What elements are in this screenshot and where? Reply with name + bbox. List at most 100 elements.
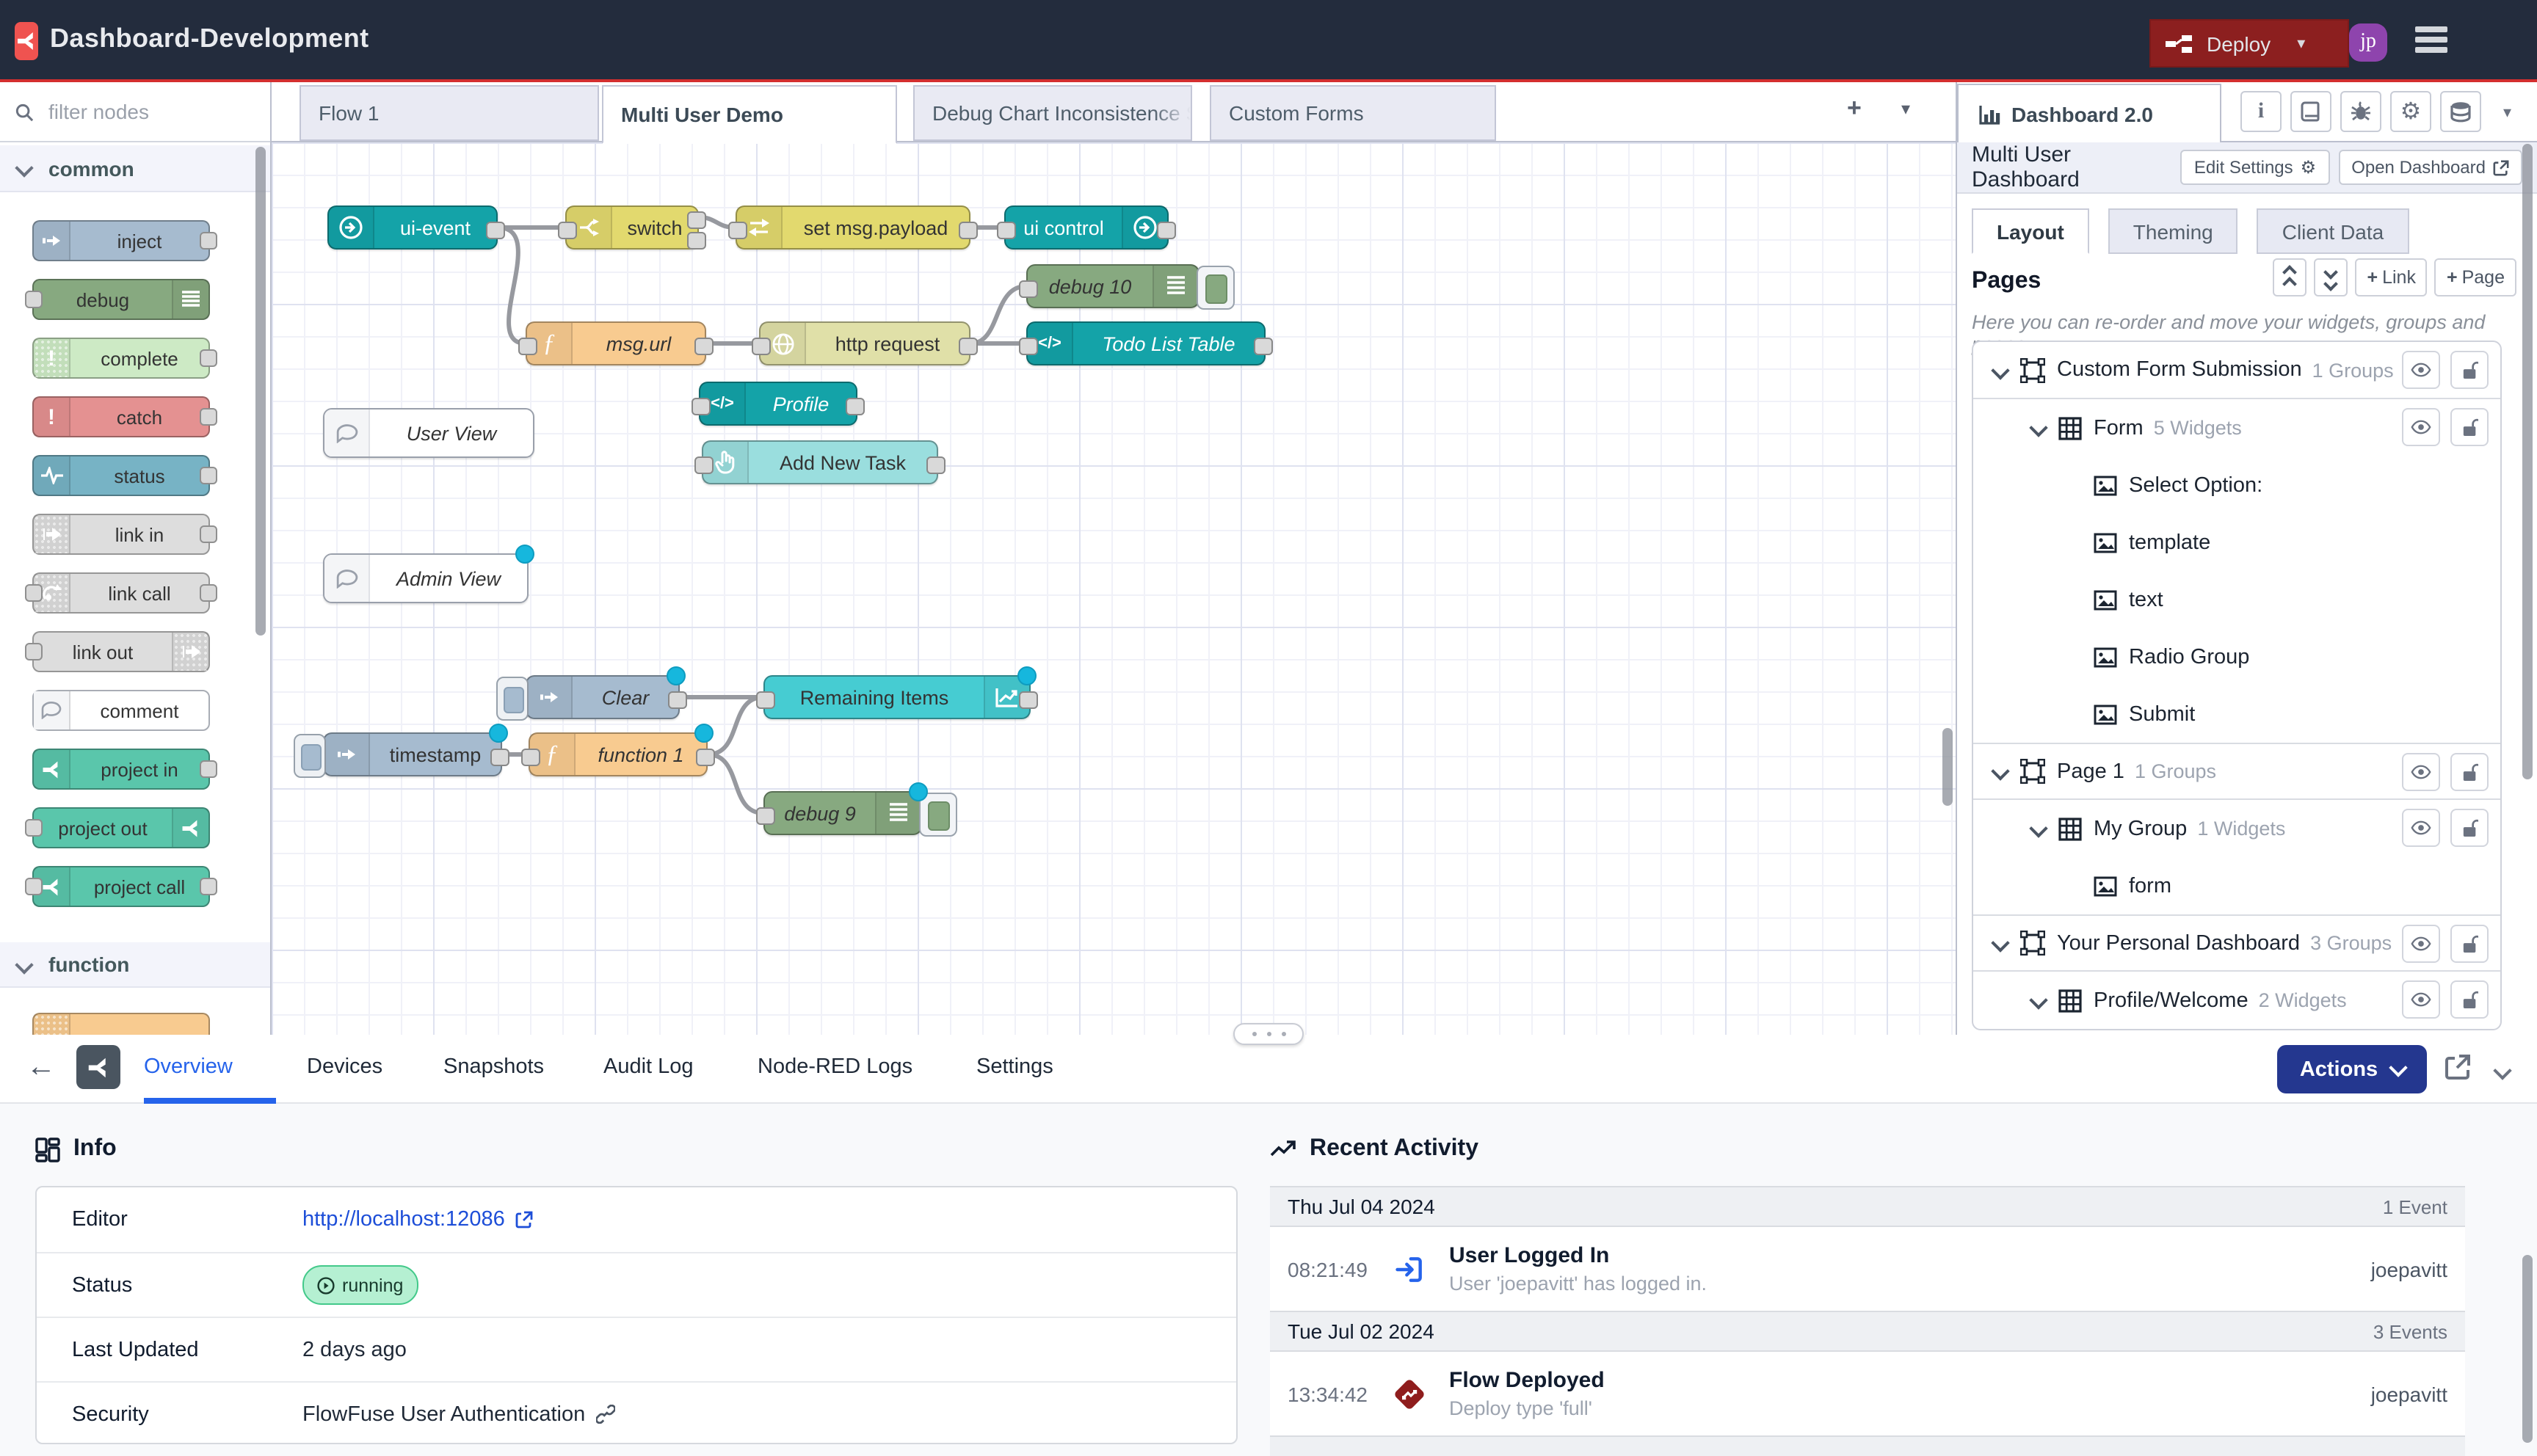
visibility-eye-button[interactable] [2402, 809, 2440, 847]
node-function-1[interactable]: ƒ function 1 [529, 732, 708, 776]
palette-section-common[interactable]: common [0, 145, 270, 192]
chevron-down-icon[interactable] [2029, 819, 2047, 837]
debug-toggle-button[interactable] [919, 793, 957, 837]
open-editor-icon[interactable] [2445, 1054, 2471, 1080]
unlock-button[interactable] [2450, 925, 2489, 963]
node-msg-url[interactable]: ƒ msg.url [526, 321, 706, 365]
chevron-down-icon[interactable] [2029, 418, 2047, 437]
tree-page-row[interactable]: Page 11 Groups [1973, 743, 2500, 800]
collapse-all-button[interactable] [2273, 258, 2306, 296]
gear-icon[interactable]: ⚙ [2390, 91, 2431, 132]
help-book-icon[interactable] [2290, 91, 2331, 132]
sidebar-scrollbar[interactable] [2522, 144, 2533, 779]
palette-node-debug[interactable]: debug [32, 279, 210, 320]
node-chart-remaining-items[interactable]: Remaining Items [763, 675, 1031, 719]
activity-event-row[interactable]: 08:21:49 User Logged In User 'joepavitt'… [1270, 1227, 2465, 1311]
add-flow-button[interactable]: + [1847, 94, 1862, 123]
node-debug-9[interactable]: debug 9 [763, 791, 922, 835]
actions-button[interactable]: Actions [2277, 1045, 2427, 1093]
visibility-eye-button[interactable] [2402, 351, 2440, 389]
node-comment-admin-view[interactable]: Admin View [323, 553, 529, 603]
tree-page-row[interactable]: Your Personal Dashboard3 Groups [1973, 914, 2500, 972]
flow-list-caret-icon[interactable]: ▾ [1901, 98, 1910, 119]
inject-button[interactable] [294, 734, 326, 778]
tab-audit-log[interactable]: Audit Log [603, 1035, 694, 1099]
flow-canvas[interactable]: ui-event switch set msg.payload ui contr… [272, 142, 1956, 1035]
open-dashboard-button[interactable]: Open Dashboard [2338, 150, 2522, 185]
edit-settings-button[interactable]: Edit Settings ⚙ [2181, 150, 2329, 185]
expand-all-button[interactable] [2314, 258, 2348, 296]
visibility-eye-button[interactable] [2402, 753, 2440, 791]
node-inject-timestamp[interactable]: timestamp [323, 732, 502, 776]
canvas-vertical-scrollbar[interactable] [1942, 728, 1953, 806]
add-link-button[interactable]: +Link [2355, 258, 2428, 296]
node-change[interactable]: set msg.payload [736, 205, 970, 250]
deploy-button[interactable]: Deploy ▾ [2149, 19, 2349, 68]
flow-tab-multi-user-demo[interactable]: Multi User Demo [602, 85, 897, 144]
chevron-down-icon[interactable] [1991, 762, 2009, 780]
flow-tab-custom-forms[interactable]: Custom Forms [1210, 85, 1496, 141]
unlock-button[interactable] [2450, 753, 2489, 791]
inject-button[interactable] [496, 677, 529, 721]
palette-node-complete[interactable]: ! complete [32, 338, 210, 379]
tab-layout[interactable]: Layout [1972, 208, 2089, 254]
flow-tab-flow1[interactable]: Flow 1 [300, 85, 599, 141]
chevron-down-icon[interactable] [2029, 991, 2047, 1009]
unlock-button[interactable] [2450, 351, 2489, 389]
tree-group-row[interactable]: My Group1 Widgets [1973, 800, 2500, 857]
node-comment-user-view[interactable]: User View [323, 408, 534, 458]
visibility-eye-button[interactable] [2402, 980, 2440, 1019]
tab-devices[interactable]: Devices [307, 1035, 382, 1099]
chevron-down-icon[interactable] [1991, 360, 2009, 379]
palette-node-project-call[interactable]: project call [32, 866, 210, 907]
node-ui-event[interactable]: ui-event [327, 205, 498, 250]
sidebar-more-caret-icon[interactable]: ▾ [2503, 103, 2511, 122]
palette-node-comment[interactable]: comment [32, 690, 210, 731]
flow-tab-debug-chart[interactable]: Debug Chart Inconsistence S [913, 85, 1192, 141]
palette-node-project-in[interactable]: project in [32, 749, 210, 790]
tab-settings[interactable]: Settings [976, 1035, 1053, 1099]
unlock-button[interactable] [2450, 809, 2489, 847]
palette-filter-input[interactable] [46, 98, 242, 125]
bottom-panel-scrollbar[interactable] [2522, 1255, 2533, 1443]
tree-widget-row[interactable]: template [1973, 514, 2500, 571]
tab-node-red-logs[interactable]: Node-RED Logs [758, 1035, 912, 1099]
collapse-panel-caret-icon[interactable] [2496, 1058, 2509, 1085]
info-tab-button[interactable]: i [2240, 91, 2282, 132]
panel-resize-handle[interactable] [1233, 1023, 1304, 1045]
palette-node-link-call[interactable]: link call [32, 572, 210, 614]
palette-node-catch[interactable]: ! catch [32, 396, 210, 437]
tree-widget-row[interactable]: form [1973, 857, 2500, 914]
tab-theming[interactable]: Theming [2108, 208, 2238, 254]
tab-client-data[interactable]: Client Data [2257, 208, 2409, 254]
tree-page-row[interactable]: Custom Form Submission1 Groups [1973, 342, 2500, 399]
unlock-button[interactable] [2450, 408, 2489, 446]
palette-search[interactable] [0, 82, 270, 142]
node-switch[interactable]: switch [565, 205, 699, 250]
context-data-icon[interactable] [2440, 91, 2481, 132]
node-inject-clear[interactable]: Clear [526, 675, 680, 719]
palette-node-link-in[interactable]: link in [32, 514, 210, 555]
tree-widget-row[interactable]: Select Option: [1973, 456, 2500, 514]
palette-node-project-out[interactable]: project out [32, 807, 210, 848]
palette-node-status[interactable]: status [32, 455, 210, 496]
palette-node-link-out[interactable]: link out [32, 631, 210, 672]
tab-overview[interactable]: Overview [144, 1035, 233, 1099]
tree-widget-row[interactable]: Radio Group [1973, 628, 2500, 685]
tab-snapshots[interactable]: Snapshots [443, 1035, 544, 1099]
tree-widget-row[interactable]: Submit [1973, 685, 2500, 743]
tree-group-row[interactable]: Profile/Welcome2 Widgets [1973, 972, 2500, 1029]
chevron-down-icon[interactable] [1991, 933, 2009, 952]
node-add-new-task[interactable]: Add New Task [702, 440, 938, 484]
main-menu-button[interactable] [2415, 26, 2447, 53]
palette-section-function[interactable]: function [0, 942, 270, 988]
node-ui-control[interactable]: ui control [1004, 205, 1169, 250]
add-page-button[interactable]: +Page [2435, 258, 2516, 296]
sidebar-tab-dashboard[interactable]: Dashboard 2.0 [1957, 84, 2221, 144]
node-profile[interactable]: </> Profile [699, 382, 857, 426]
editor-link[interactable]: http://localhost:12086 [302, 1208, 505, 1231]
node-debug-10[interactable]: debug 10 [1026, 264, 1199, 308]
tree-widget-row[interactable]: text [1973, 571, 2500, 628]
node-http-request[interactable]: http request [759, 321, 970, 365]
back-arrow-icon[interactable]: ← [26, 1051, 56, 1085]
